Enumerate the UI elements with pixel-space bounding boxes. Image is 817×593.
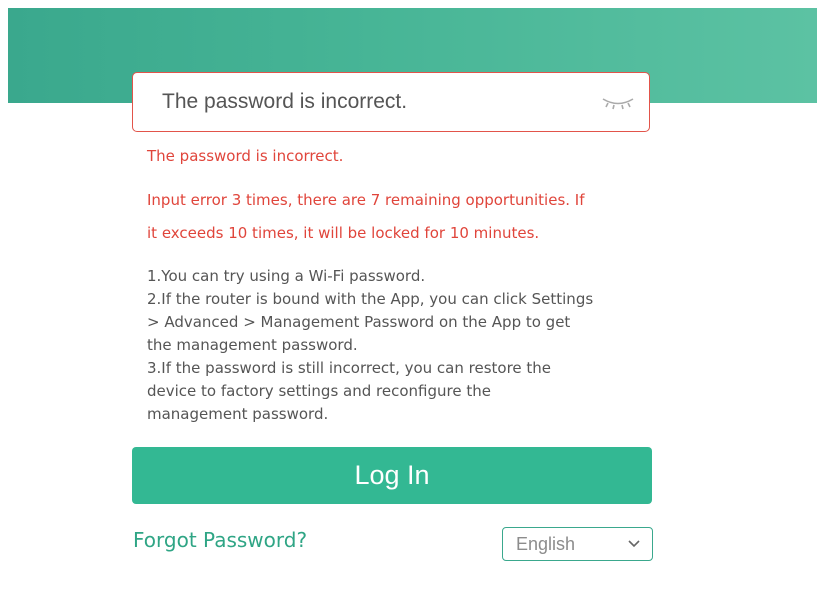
help-line: 2.If the router is bound with the App, y… xyxy=(147,290,594,308)
forgot-password-link[interactable]: Forgot Password? xyxy=(133,528,307,552)
password-field-container xyxy=(132,72,650,132)
chevron-down-icon xyxy=(628,540,640,548)
help-line: > Advanced > Management Password on the … xyxy=(147,313,571,331)
help-instructions: 1.You can try using a Wi-Fi password. 2.… xyxy=(147,265,647,426)
help-line: the management password. xyxy=(147,336,358,354)
password-input[interactable] xyxy=(162,73,582,131)
language-select[interactable]: English xyxy=(502,527,653,561)
help-line: device to factory settings and reconfigu… xyxy=(147,382,491,400)
error-message: The password is incorrect. xyxy=(147,147,344,165)
error-messages: The password is incorrect. Input error 3… xyxy=(147,145,647,255)
login-button[interactable]: Log In xyxy=(132,447,652,504)
eye-closed-icon[interactable] xyxy=(600,94,636,112)
help-line: 3.If the password is still incorrect, yo… xyxy=(147,359,552,377)
help-line: 1.You can try using a Wi-Fi password. xyxy=(147,267,426,285)
language-selected-value: English xyxy=(516,534,576,554)
help-line: management password. xyxy=(147,405,329,423)
login-page: The password is incorrect. Input error 3… xyxy=(0,0,817,593)
